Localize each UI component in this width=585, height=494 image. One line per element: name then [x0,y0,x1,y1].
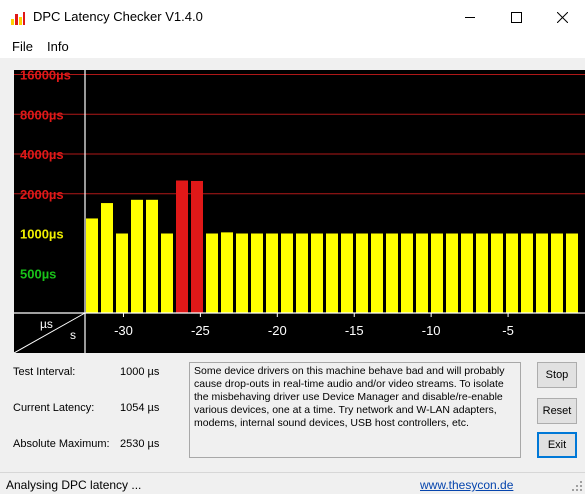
latency-bar [311,233,323,313]
latency-bar [281,233,293,313]
latency-bar [236,233,248,313]
y-unit-label: µs [40,317,53,331]
latency-bar [401,233,413,313]
status-bar: Analysing DPC latency ... www.thesycon.d… [0,472,585,494]
latency-bar [521,233,533,313]
current-latency-value: 1054 µs [120,402,160,414]
latency-bar [491,233,503,313]
status-text: Analysing DPC latency ... [6,478,142,492]
x-unit-label: s [70,328,76,342]
latency-bar [386,233,398,313]
maximize-button[interactable] [493,0,539,34]
latency-bar [266,233,278,313]
app-icon [11,12,25,25]
latency-chart: 16000µs 8000µs 4000µs 2000µs 1000µs 500µs µs … [13,68,585,354]
menu-file[interactable]: File [12,39,33,54]
reset-button[interactable]: Reset [537,398,577,424]
y-tick-label: 2000µs [20,187,64,202]
latency-bar [416,233,428,313]
latency-bar [101,203,113,313]
latency-bar [206,233,218,313]
status-message: Some device drivers on this machine beha… [189,362,521,458]
minimize-icon [464,16,475,18]
latency-bar [356,233,368,313]
stop-button[interactable]: Stop [537,362,577,388]
latency-bar [506,233,518,313]
latency-bar [476,233,488,313]
x-tick-label: -30 [114,323,133,338]
menu-bar: File Info [0,34,585,58]
latency-bar [296,233,308,313]
website-link[interactable]: www.thesycon.de [420,478,513,492]
latency-bar [566,233,578,313]
close-button[interactable] [539,0,585,34]
absolute-maximum-label: Absolute Maximum: [13,438,110,450]
minimize-button[interactable] [447,0,493,34]
current-latency-label: Current Latency: [13,402,95,414]
resize-grip-icon[interactable] [571,480,583,492]
latency-bar [371,233,383,313]
window-title: DPC Latency Checker V1.4.0 [33,9,203,24]
y-tick-label: 1000µs [20,227,64,242]
absolute-maximum-value: 2530 µs [120,438,160,450]
latency-bar [251,233,263,313]
latency-bar [326,233,338,313]
y-tick-label: 4000µs [20,147,64,162]
y-tick-label: 500µs [20,266,56,281]
latency-bar [131,199,143,313]
y-tick-label: 16000µs [20,70,71,83]
exit-button[interactable]: Exit [537,432,577,458]
x-tick-label: -20 [268,323,287,338]
latency-bar [191,180,203,313]
test-interval-value: 1000 µs [120,366,160,378]
latency-bar [161,233,173,313]
test-interval-label: Test Interval: [13,366,76,378]
latency-bar [116,233,128,313]
menu-info[interactable]: Info [47,39,69,54]
latency-bar [86,218,98,313]
latency-chart-svg: 16000µs8000µs4000µs2000µs1000µs500µs µs … [13,68,585,354]
y-tick-label: 8000µs [20,107,64,122]
latency-bar [341,233,353,313]
latency-bar [551,233,563,313]
latency-bar [446,233,458,313]
latency-bar [431,233,443,313]
latency-bar [536,233,548,313]
latency-bar [221,232,233,313]
title-bar: DPC Latency Checker V1.4.0 [0,0,585,34]
maximize-icon [510,11,522,23]
latency-bar [146,199,158,313]
latency-bar [176,180,188,313]
close-icon [556,11,568,23]
latency-bar [461,233,473,313]
x-tick-label: -25 [191,323,210,338]
x-tick-label: -5 [502,323,514,338]
x-tick-label: -10 [422,323,441,338]
x-tick-label: -15 [345,323,364,338]
